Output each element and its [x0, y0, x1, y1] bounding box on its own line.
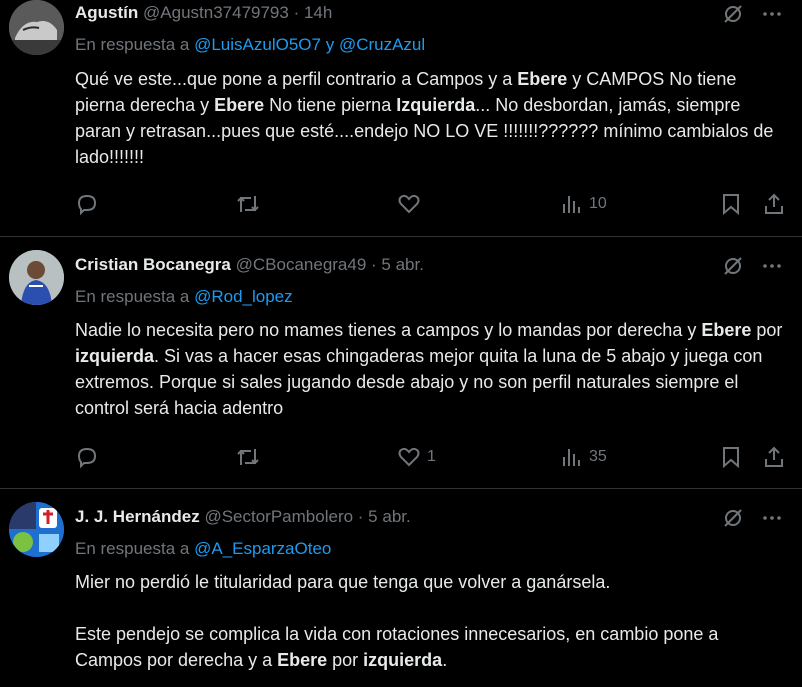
- author-name[interactable]: Agustín: [75, 3, 138, 22]
- grok-slash-icon[interactable]: [722, 507, 744, 529]
- text-segment: .: [442, 650, 448, 670]
- avatar[interactable]: [9, 502, 64, 557]
- tweet-header: Agustín @Agustn37479793 · 14h: [75, 2, 332, 24]
- avatar[interactable]: [9, 250, 64, 305]
- grok-slash-icon[interactable]: [722, 3, 744, 25]
- mention-link[interactable]: @A_EsparzaOteo: [194, 539, 331, 558]
- mention-link[interactable]: @Rod_lopez: [194, 287, 293, 306]
- view-count: 35: [589, 448, 607, 465]
- bookmark-button[interactable]: [720, 191, 742, 217]
- tweet[interactable]: J. J. Hernández @SectorPambolero · 5 abr…: [0, 489, 802, 687]
- tweet-header: J. J. Hernández @SectorPambolero · 5 abr…: [75, 506, 411, 528]
- bold-text: Ebere: [517, 69, 568, 89]
- reply-joiner: y: [325, 35, 335, 54]
- tweet-top-actions: [722, 255, 782, 277]
- tweet-text: Qué ve este...que pone a perfil contrari…: [75, 66, 790, 170]
- reply-context: En respuesta a @LuisAzulO5O7 y @CruzAzul: [75, 34, 425, 56]
- like-button[interactable]: 1: [397, 444, 436, 470]
- text-segment: por: [327, 650, 364, 670]
- like-count: 1: [427, 448, 436, 465]
- retweet-icon: [237, 449, 259, 465]
- like-button[interactable]: [397, 191, 427, 217]
- tweet-actions: 10: [75, 191, 790, 217]
- share-button[interactable]: [763, 191, 785, 217]
- share-icon: [765, 193, 783, 214]
- author-handle[interactable]: @CBocanegra49: [236, 255, 367, 274]
- tweet-text: Nadie lo necesita pero no mames tienes a…: [75, 317, 790, 421]
- reply-prefix: En respuesta a: [75, 287, 190, 306]
- views-icon: [563, 449, 580, 466]
- reply-button[interactable]: [75, 191, 99, 217]
- text-segment: Mier no perdió le titularidad para que t…: [75, 572, 611, 592]
- views-icon: [563, 196, 580, 213]
- retweet-button[interactable]: [235, 444, 261, 470]
- reply-prefix: En respuesta a: [75, 539, 190, 558]
- views-button[interactable]: 35: [561, 444, 607, 470]
- retweet-button[interactable]: [235, 191, 261, 217]
- tweet-top-actions: [722, 3, 782, 25]
- bookmark-button[interactable]: [720, 444, 742, 470]
- more-icon[interactable]: [762, 256, 782, 276]
- tweet-header: Cristian Bocanegra @CBocanegra49 · 5 abr…: [75, 254, 424, 276]
- avatar-image: [9, 502, 64, 557]
- timestamp[interactable]: · 5 abr.: [358, 507, 411, 526]
- reply-icon: [77, 194, 97, 216]
- timestamp[interactable]: · 5 abr.: [371, 255, 424, 274]
- like-icon: [398, 447, 420, 467]
- reply-context: En respuesta a @Rod_lopez: [75, 286, 293, 308]
- text-segment: Nadie lo necesita pero no mames tienes a…: [75, 320, 702, 340]
- text-segment: por: [751, 320, 783, 340]
- author-handle[interactable]: @SectorPambolero: [204, 507, 353, 526]
- tweet[interactable]: Cristian Bocanegra @CBocanegra49 · 5 abr…: [0, 237, 802, 487]
- tweet-top-actions: [722, 507, 782, 529]
- bookmark-icon: [723, 447, 739, 469]
- text-segment: No tiene pierna: [264, 95, 397, 115]
- author-name[interactable]: Cristian Bocanegra: [75, 255, 231, 274]
- bookmark-icon: [723, 194, 739, 216]
- bold-text: Ebere: [277, 650, 328, 670]
- bold-text: Ebere: [214, 95, 265, 115]
- bold-text: izquierda: [75, 346, 155, 366]
- mention-link[interactable]: @CruzAzul: [339, 35, 425, 54]
- share-icon: [765, 446, 783, 467]
- reply-prefix: En respuesta a: [75, 35, 190, 54]
- author-handle[interactable]: @Agustn37479793: [143, 3, 289, 22]
- text-segment: Qué ve este...que pone a perfil contrari…: [75, 69, 518, 89]
- reply-button[interactable]: [75, 444, 99, 470]
- share-button[interactable]: [763, 444, 785, 470]
- views-button[interactable]: 10: [561, 191, 607, 217]
- reply-context: En respuesta a @A_EsparzaOteo: [75, 538, 331, 560]
- tweet[interactable]: Agustín @Agustn37479793 · 14h En respues…: [0, 0, 802, 236]
- bold-text: Izquierda: [396, 95, 476, 115]
- avatar[interactable]: [9, 0, 64, 55]
- mention-link[interactable]: @LuisAzulO5O7: [194, 35, 321, 54]
- grok-slash-icon[interactable]: [722, 255, 744, 277]
- bold-text: Ebere: [701, 320, 752, 340]
- more-icon[interactable]: [762, 4, 782, 24]
- retweet-icon: [237, 196, 259, 212]
- view-count: 10: [589, 195, 607, 212]
- bold-text: izquierda: [363, 650, 443, 670]
- timestamp[interactable]: · 14h: [294, 3, 333, 22]
- avatar-image: [9, 0, 64, 55]
- more-icon[interactable]: [762, 508, 782, 528]
- author-name[interactable]: J. J. Hernández: [75, 507, 200, 526]
- avatar-image: [9, 250, 64, 305]
- reply-icon: [77, 447, 97, 469]
- text-segment: . Si vas a hacer esas chingaderas mejor …: [75, 346, 763, 418]
- like-icon: [398, 194, 420, 214]
- tweet-text: Mier no perdió le titularidad para que t…: [75, 569, 790, 673]
- tweet-actions: 1 35: [75, 444, 790, 470]
